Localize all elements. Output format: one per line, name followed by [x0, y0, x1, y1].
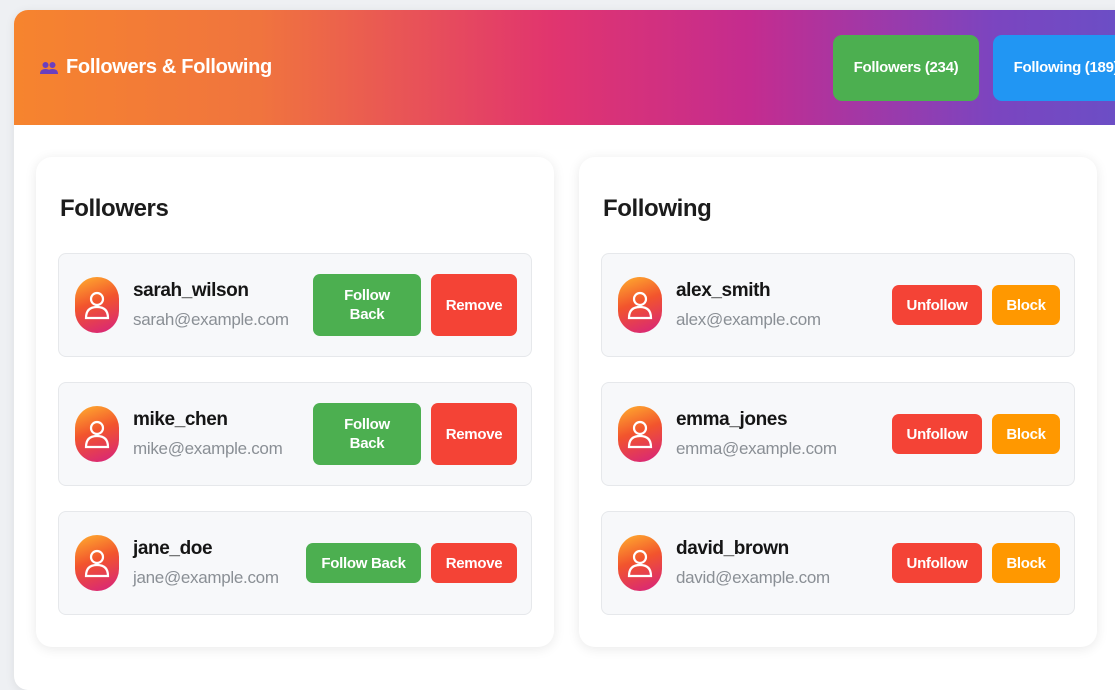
page-title: Followers & Following — [66, 56, 272, 78]
avatar — [618, 535, 662, 591]
block-button[interactable]: Block — [992, 543, 1060, 583]
following-panel: Following alex_smith alex@example.com Un… — [579, 157, 1097, 647]
follow-back-button[interactable]: Follow Back — [313, 403, 421, 465]
user-info: david_brown david@example.com — [676, 538, 830, 588]
row-actions: Unfollow Block — [892, 512, 1060, 614]
avatar — [75, 406, 119, 462]
tab-following[interactable]: Following (189) — [993, 34, 1115, 101]
block-button[interactable]: Block — [992, 414, 1060, 454]
username: mike_chen — [133, 409, 228, 430]
app-window: Followers & Following Followers (234) Fo… — [14, 10, 1115, 690]
user-info: alex_smith alex@example.com — [676, 280, 821, 330]
user-icon — [84, 549, 110, 578]
follower-row: jane_doe jane@example.com Follow Back Re… — [58, 511, 532, 615]
username: jane_doe — [133, 538, 213, 559]
email: david@example.com — [676, 568, 830, 587]
users-icon — [40, 61, 58, 75]
row-actions: Follow Back Remove — [313, 254, 517, 356]
unfollow-button[interactable]: Unfollow — [892, 285, 982, 325]
email: jane@example.com — [133, 568, 279, 587]
header: Followers & Following Followers (234) Fo… — [14, 10, 1115, 125]
user-info: sarah_wilson sarah@example.com — [133, 280, 289, 330]
user-icon — [84, 420, 110, 449]
followers-panel: Followers sarah_wilson sarah@example.com… — [36, 157, 554, 647]
user-icon — [627, 420, 653, 449]
row-actions: Unfollow Block — [892, 383, 1060, 485]
follower-row: sarah_wilson sarah@example.com Follow Ba… — [58, 253, 532, 357]
follower-row: mike_chen mike@example.com Follow Back R… — [58, 382, 532, 486]
block-button[interactable]: Block — [992, 285, 1060, 325]
following-row: alex_smith alex@example.com Unfollow Blo… — [601, 253, 1075, 357]
follow-back-button[interactable]: Follow Back — [306, 543, 421, 583]
username: david_brown — [676, 538, 789, 559]
tab-followers[interactable]: Followers (234) — [833, 34, 979, 101]
following-list: alex_smith alex@example.com Unfollow Blo… — [601, 253, 1075, 640]
followers-title: Followers — [60, 195, 169, 222]
followers-list: sarah_wilson sarah@example.com Follow Ba… — [58, 253, 532, 640]
username: alex_smith — [676, 280, 771, 301]
avatar — [618, 277, 662, 333]
follow-back-button[interactable]: Follow Back — [313, 274, 421, 336]
email: alex@example.com — [676, 310, 821, 329]
email: sarah@example.com — [133, 310, 289, 329]
user-info: jane_doe jane@example.com — [133, 538, 279, 588]
row-actions: Follow Back Remove — [313, 383, 517, 485]
unfollow-button[interactable]: Unfollow — [892, 414, 982, 454]
user-icon — [84, 291, 110, 320]
header-tabs: Followers (234) Following (189) — [833, 34, 1115, 101]
row-actions: Follow Back Remove — [306, 512, 517, 614]
following-row: emma_jones emma@example.com Unfollow Blo… — [601, 382, 1075, 486]
user-icon — [627, 291, 653, 320]
remove-button[interactable]: Remove — [431, 274, 517, 336]
user-icon — [627, 549, 653, 578]
following-row: david_brown david@example.com Unfollow B… — [601, 511, 1075, 615]
email: mike@example.com — [133, 439, 283, 458]
email: emma@example.com — [676, 439, 837, 458]
remove-button[interactable]: Remove — [431, 403, 517, 465]
row-actions: Unfollow Block — [892, 254, 1060, 356]
avatar — [618, 406, 662, 462]
remove-button[interactable]: Remove — [431, 543, 517, 583]
username: emma_jones — [676, 409, 788, 430]
avatar — [75, 277, 119, 333]
brand: Followers & Following — [40, 56, 272, 79]
unfollow-button[interactable]: Unfollow — [892, 543, 982, 583]
avatar — [75, 535, 119, 591]
following-title: Following — [603, 195, 712, 222]
user-info: mike_chen mike@example.com — [133, 409, 283, 459]
username: sarah_wilson — [133, 280, 249, 301]
user-info: emma_jones emma@example.com — [676, 409, 837, 459]
